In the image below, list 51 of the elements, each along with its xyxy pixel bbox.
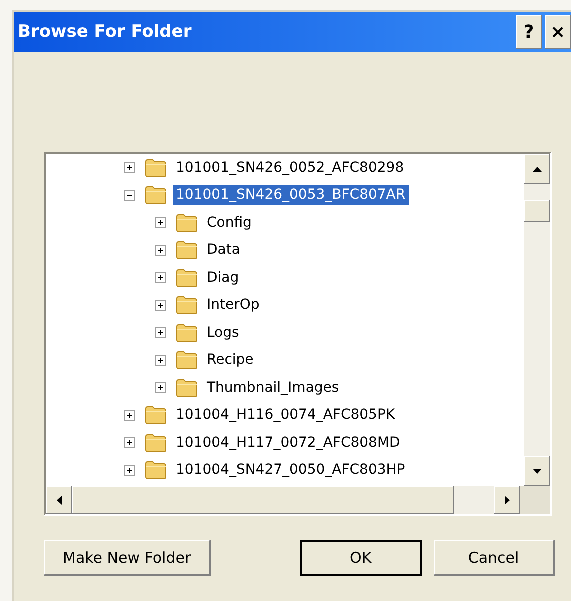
vertical-scrollbar[interactable]	[524, 154, 550, 486]
horizontal-scrollbar[interactable]	[46, 486, 550, 514]
folder-item[interactable]: 101004_SN427_0050_AFC803HP	[173, 460, 408, 480]
folder-icon	[145, 432, 167, 453]
window-title: Browse For Folder	[17, 22, 192, 42]
folder-icon	[176, 268, 198, 288]
scroll-left-icon[interactable]	[46, 486, 72, 514]
folder-item[interactable]: Recipe	[204, 350, 257, 370]
folder-item[interactable]: 101004_H117_0072_AFC808MD	[173, 432, 404, 453]
folder-icon	[145, 185, 167, 206]
expand-icon[interactable]	[155, 327, 166, 338]
expand-icon[interactable]	[155, 272, 166, 284]
folder-icon	[176, 322, 198, 343]
close-button[interactable]: ×	[545, 15, 571, 49]
expand-icon[interactable]	[155, 217, 166, 228]
folder-icon	[176, 240, 198, 260]
folder-item[interactable]: 101004_H116_0074_AFC805PK	[173, 405, 398, 426]
folder-icon	[145, 460, 167, 480]
scrollbar-corner	[520, 486, 550, 514]
folder-item[interactable]: Diag	[204, 268, 242, 288]
folder-icon	[176, 378, 198, 398]
expand-icon[interactable]	[124, 437, 135, 448]
folder-icon	[145, 405, 167, 426]
expand-icon[interactable]	[155, 244, 166, 256]
scroll-right-icon[interactable]	[494, 486, 520, 514]
expand-icon[interactable]	[124, 410, 135, 421]
ok-button[interactable]: OK	[300, 540, 422, 576]
expand-icon[interactable]	[155, 382, 166, 394]
folder-item[interactable]: Logs	[204, 322, 242, 343]
scroll-up-icon[interactable]	[524, 154, 550, 184]
help-button[interactable]: ?	[516, 15, 542, 49]
folder-icon	[176, 350, 198, 370]
expand-icon[interactable]	[155, 300, 166, 311]
folder-item[interactable]: 101001_SN426_0052_AFC80298	[173, 158, 408, 178]
folder-item[interactable]: Config	[204, 212, 255, 233]
folder-icon	[176, 295, 198, 316]
folder-item[interactable]: Data	[204, 240, 244, 260]
folder-icon	[176, 212, 198, 233]
collapse-icon[interactable]	[124, 190, 135, 201]
expand-icon[interactable]	[155, 354, 166, 366]
folder-item[interactable]: InterOp	[204, 295, 263, 316]
cancel-button[interactable]: Cancel	[434, 540, 555, 576]
new-folder-button[interactable]: Make New Folder	[44, 540, 212, 576]
scroll-down-icon[interactable]	[524, 456, 550, 486]
folder-item[interactable]: Thumbnail_Images	[204, 378, 342, 398]
expand-icon[interactable]	[124, 464, 135, 476]
scroll-thumb[interactable]	[72, 486, 454, 514]
expand-icon[interactable]	[124, 162, 135, 174]
folder-icon	[145, 158, 167, 178]
scroll-thumb[interactable]	[524, 200, 550, 222]
folder-item[interactable]: 101001_SN426_0053_BFC807AR	[173, 185, 409, 206]
